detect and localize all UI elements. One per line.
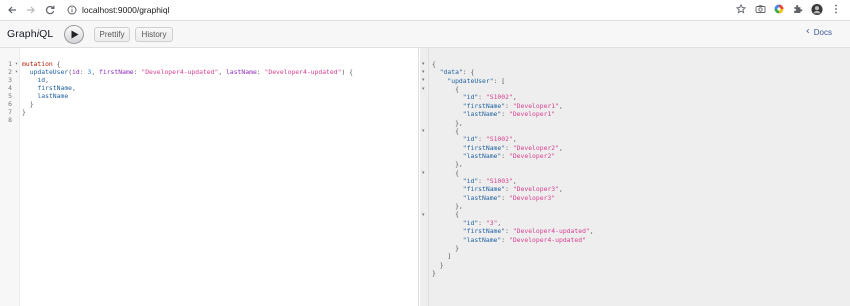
profile-avatar[interactable] xyxy=(811,3,823,15)
forward-icon[interactable] xyxy=(24,3,38,17)
prettify-button[interactable]: Prettify xyxy=(94,27,130,42)
line-number: 1 ▾ xyxy=(8,60,18,68)
result-json: { "data": { "updateUser": [ { "id": "S10… xyxy=(432,60,594,277)
fold-arrow-icon[interactable]: ▾ xyxy=(422,86,425,92)
query-editor[interactable]: 1 ▾ 2 ▾ 3 4 5 6 7 8 mutation { updateUser(… xyxy=(0,48,419,306)
fold-arrow-icon[interactable]: ▾ xyxy=(422,212,425,218)
fold-arrow-icon[interactable]: ▾ xyxy=(422,69,425,75)
line-number-gutter: 1 ▾ 2 ▾ 3 4 5 6 7 8 xyxy=(0,48,20,306)
line-number: 8 xyxy=(8,116,12,124)
play-icon xyxy=(71,30,79,39)
docs-button[interactable]: ‹ Docs xyxy=(805,26,832,37)
fold-arrow-icon[interactable]: ▾ xyxy=(422,128,425,134)
reload-icon[interactable] xyxy=(43,3,57,17)
result-viewer: ▾ ▾ ▾ ▾ ▾ ▾ ▾ { "data": { "updateUser": … xyxy=(420,48,850,306)
line-number: 2 ▾ xyxy=(8,68,18,76)
chevron-left-icon: ‹ xyxy=(805,26,810,37)
star-icon[interactable] xyxy=(735,3,747,15)
fold-arrow-icon[interactable]: ▾ xyxy=(422,77,425,83)
query-code[interactable]: mutation { updateUser(id: 3, firstName: … xyxy=(22,60,353,116)
line-number: 4 xyxy=(8,84,12,92)
line-number: 6 xyxy=(8,100,12,108)
extensions-icon[interactable] xyxy=(792,3,804,15)
graphiql-toolbar: GraphiQL Prettify History ‹ Docs xyxy=(0,21,850,48)
fold-arrow-icon[interactable]: ▾ xyxy=(422,61,425,67)
fold-arrow-icon[interactable]: ▾ xyxy=(422,170,425,176)
history-button[interactable]: History xyxy=(135,27,173,42)
lock-icon xyxy=(67,5,77,15)
line-number: 7 xyxy=(8,108,12,116)
line-number: 3 xyxy=(8,76,12,84)
menu-icon[interactable] xyxy=(830,3,842,15)
back-icon[interactable] xyxy=(5,3,19,17)
graphiql-title: GraphiQL xyxy=(7,28,54,40)
fold-arrow-icon[interactable]: ▾ xyxy=(15,60,18,68)
color-wheel-icon[interactable] xyxy=(773,3,785,15)
line-number: 5 xyxy=(8,92,12,100)
address-bar[interactable]: localhost:9000/graphiql xyxy=(67,2,169,18)
result-gutter: ▾ ▾ ▾ ▾ ▾ ▾ ▾ xyxy=(420,48,429,306)
camera-icon[interactable] xyxy=(754,3,766,15)
url-text: localhost:9000/graphiql xyxy=(82,5,170,15)
fold-arrow-icon[interactable]: ▾ xyxy=(15,68,18,76)
execute-query-button[interactable] xyxy=(64,25,84,44)
docs-label: Docs xyxy=(813,27,832,37)
browser-toolbar: localhost:9000/graphiql xyxy=(0,0,850,21)
